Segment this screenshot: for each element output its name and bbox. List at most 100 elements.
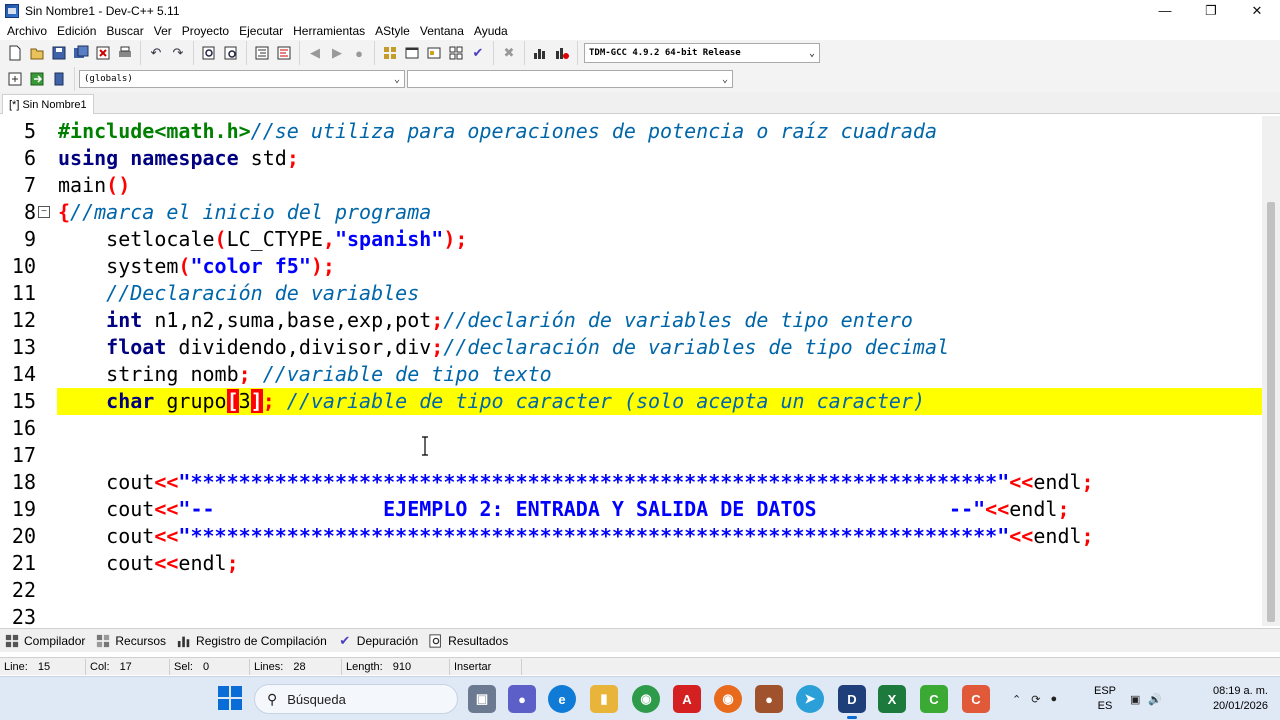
devcpp-taskbar-icon[interactable]: D — [838, 685, 866, 719]
replace-icon[interactable] — [221, 43, 241, 63]
toggle-bookmark-icon[interactable] — [49, 69, 69, 89]
microphone-icon[interactable]: ● — [1050, 693, 1057, 705]
fold-collapse-icon[interactable]: − — [38, 206, 50, 218]
debug-toolbar-group: ✖ — [494, 41, 525, 65]
tab-label: Compilador — [24, 633, 86, 648]
save-all-icon[interactable] — [71, 43, 91, 63]
menu-bar: Archivo Edición Buscar Ver Proyecto Ejec… — [0, 21, 1280, 40]
search-icon: ⚲ — [267, 690, 278, 707]
language-indicator[interactable]: ESP ES — [1094, 684, 1116, 714]
delete-profile-icon[interactable] — [552, 43, 572, 63]
acrobat-icon[interactable]: A — [673, 685, 701, 713]
code-line-17: 17 — [0, 442, 1262, 469]
member-select[interactable]: ⌄ — [407, 70, 733, 88]
status-bar: Line: 15 Col: 17 Sel: 0 Lines: 28 Length: 910… — [0, 657, 1280, 675]
line-number: 20 — [11, 524, 36, 548]
open-file-icon[interactable] — [27, 43, 47, 63]
close-file-icon[interactable] — [93, 43, 113, 63]
vertical-scrollbar[interactable] — [1262, 116, 1280, 626]
tab-depuracion[interactable]: ✔ Depuración — [337, 633, 418, 649]
print-icon[interactable] — [115, 43, 135, 63]
excel-icon[interactable]: X — [878, 685, 906, 713]
tiles-icon[interactable] — [446, 43, 466, 63]
line-number: 14 — [11, 362, 36, 386]
tab-recursos[interactable]: Recursos — [95, 633, 166, 649]
code-text: setlocale(LC_CTYPE,"spanish"); — [58, 227, 468, 251]
code-line-15-current: 15 char grupo[3]; //variable de tipo car… — [0, 388, 1262, 415]
unindent-icon[interactable] — [274, 43, 294, 63]
chevron-up-icon[interactable]: ⌃ — [1012, 693, 1021, 706]
file-explorer-icon[interactable]: ▮ — [590, 685, 618, 713]
network-icon[interactable]: ▣ — [1130, 693, 1140, 706]
code-text: int n1,n2,suma,base,exp,pot;//declarión … — [58, 308, 913, 332]
insert-icon[interactable] — [5, 69, 25, 89]
sync-icon[interactable]: ⟳ — [1031, 693, 1040, 706]
compiler-select-value: TDM-GCC 4.9.2 64-bit Release — [589, 48, 741, 58]
new-project-icon[interactable] — [380, 43, 400, 63]
menu-ayuda[interactable]: Ayuda — [469, 24, 513, 38]
code-text: cout<<"*********************************… — [58, 524, 1094, 548]
menu-archivo[interactable]: Archivo — [2, 24, 52, 38]
line-number: 23 — [11, 605, 36, 626]
menu-buscar[interactable]: Buscar — [101, 24, 148, 38]
code-editor[interactable]: 5 #include<math.h>//se utiliza para oper… — [0, 116, 1280, 626]
window-icon[interactable] — [402, 43, 422, 63]
telegram-icon[interactable]: ➤ — [796, 685, 824, 713]
chrome-browser-icon[interactable]: ◉ — [632, 685, 660, 713]
volume-icon[interactable]: 🔊 — [1148, 693, 1162, 706]
code-line-10: 10 system("color f5"); — [0, 253, 1262, 280]
bookmark-icon[interactable]: ● — [349, 43, 369, 63]
minimize-button[interactable]: — — [1142, 0, 1188, 21]
code-text: cout<<"-- EJEMPLO 2: ENTRADA Y SALIDA DE… — [58, 497, 1070, 521]
tab-registro-compilacion[interactable]: Registro de Compilación — [176, 633, 327, 649]
close-button[interactable]: ✕ — [1234, 0, 1280, 21]
tab-resultados[interactable]: Resultados — [428, 633, 508, 649]
class-browser-icon[interactable] — [424, 43, 444, 63]
menu-edicion[interactable]: Edición — [52, 24, 101, 38]
window-title: Sin Nombre1 - Dev-C++ 5.11 — [25, 3, 180, 18]
check-syntax-icon[interactable]: ✔ — [468, 43, 488, 63]
menu-ejecutar[interactable]: Ejecutar — [234, 24, 288, 38]
scope-select[interactable]: (globals) ⌄ — [79, 70, 405, 88]
save-icon[interactable] — [49, 43, 69, 63]
checkmark-icon: ✔ — [339, 632, 351, 648]
compiler-select[interactable]: TDM-GCC 4.9.2 64-bit Release ⌄ — [584, 43, 820, 63]
indent-icon[interactable] — [252, 43, 272, 63]
maximize-button[interactable]: ❐ — [1188, 0, 1234, 21]
find-icon[interactable] — [199, 43, 219, 63]
code-text: float dividendo,divisor,div;//declaració… — [58, 335, 950, 359]
undo-icon[interactable]: ↶ — [146, 43, 166, 63]
code-text: {//marca el inicio del programa — [58, 200, 432, 224]
taskbar-search[interactable]: ⚲ Búsqueda — [254, 684, 458, 714]
chevron-down-icon: ⌄ — [393, 73, 400, 85]
teams-chat-icon[interactable]: ● — [508, 685, 536, 713]
codeblocks-icon[interactable]: C — [920, 685, 948, 713]
menu-ventana[interactable]: Ventana — [415, 24, 469, 38]
firefox-browser-icon[interactable]: ◉ — [714, 685, 742, 713]
windows-start-icon[interactable] — [218, 686, 242, 710]
line-number: 16 — [11, 416, 36, 440]
tab-compilador[interactable]: Compilador — [4, 633, 85, 649]
menu-proyecto[interactable]: Proyecto — [177, 24, 234, 38]
tab-label: Resultados — [448, 633, 509, 648]
line-number: 10 — [11, 254, 36, 278]
goto-icon[interactable] — [27, 69, 47, 89]
gimp-icon[interactable]: ● — [755, 685, 783, 713]
menu-astyle[interactable]: AStyle — [370, 24, 415, 38]
scrollbar-thumb[interactable] — [1267, 202, 1275, 622]
menu-herramientas[interactable]: Herramientas — [288, 24, 370, 38]
forward-icon[interactable]: ▶ — [327, 43, 347, 63]
back-icon[interactable]: ◀ — [305, 43, 325, 63]
taskbar-clock[interactable]: 08:19 a. m. 20/01/2026 — [1213, 684, 1268, 714]
tab-sin-nombre1[interactable]: [*] Sin Nombre1 — [2, 94, 94, 114]
redo-icon[interactable]: ↷ — [168, 43, 188, 63]
new-file-icon[interactable] — [5, 43, 25, 63]
codeapp-icon[interactable]: C — [962, 685, 990, 713]
stop-icon[interactable]: ✖ — [499, 43, 519, 63]
menu-ver[interactable]: Ver — [149, 24, 177, 38]
clock-time: 08:19 a. m. — [1212, 685, 1268, 697]
profile-chart-icon[interactable] — [530, 43, 550, 63]
task-view-icon[interactable]: ▣ — [468, 685, 496, 713]
edge-browser-icon[interactable]: e — [548, 685, 576, 713]
code-text: #include<math.h>//se utiliza para operac… — [58, 119, 937, 143]
